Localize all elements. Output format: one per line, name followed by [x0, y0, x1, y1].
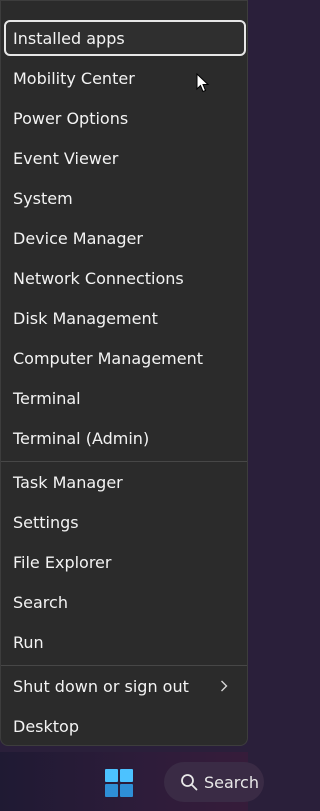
menu-separator — [1, 665, 247, 666]
menu-item-label: Desktop — [13, 716, 79, 736]
menu-item-label: Installed apps — [13, 28, 125, 48]
menu-item-label: Device Manager — [13, 228, 143, 248]
winx-context-menu: Installed apps Mobility Center Power Opt… — [0, 0, 248, 746]
menu-item-label: Terminal — [13, 388, 81, 408]
search-icon — [181, 774, 198, 791]
menu-item-event-viewer[interactable]: Event Viewer — [4, 140, 246, 176]
menu-item-label: Settings — [13, 512, 79, 532]
menu-item-settings[interactable]: Settings — [4, 504, 246, 540]
menu-separator — [1, 461, 247, 462]
taskbar-search[interactable]: Search — [164, 762, 264, 802]
chevron-right-icon — [218, 680, 230, 692]
menu-item-run[interactable]: Run — [4, 624, 246, 660]
menu-item-label: Task Manager — [13, 472, 123, 492]
menu-item-disk-management[interactable]: Disk Management — [4, 300, 246, 336]
menu-item-label: Mobility Center — [13, 68, 135, 88]
menu-item-label: Computer Management — [13, 348, 204, 368]
menu-item-label: Search — [13, 592, 68, 612]
menu-item-label: Network Connections — [13, 268, 184, 288]
menu-item-task-manager[interactable]: Task Manager — [4, 464, 246, 500]
menu-item-search[interactable]: Search — [4, 584, 246, 620]
menu-item-installed-apps[interactable]: Installed apps — [4, 20, 246, 56]
taskbar: Search — [0, 752, 264, 811]
menu-item-computer-management[interactable]: Computer Management — [4, 340, 246, 376]
menu-item-terminal-admin[interactable]: Terminal (Admin) — [4, 420, 246, 456]
mouse-pointer-icon — [196, 72, 210, 93]
taskbar-search-label: Search — [204, 772, 259, 792]
menu-item-shut-down-or-sign-out[interactable]: Shut down or sign out — [4, 668, 246, 704]
menu-item-network-connections[interactable]: Network Connections — [4, 260, 246, 296]
menu-item-label: System — [13, 188, 73, 208]
menu-item-label: Event Viewer — [13, 148, 119, 168]
menu-item-label: Terminal (Admin) — [13, 428, 150, 448]
menu-item-label: Shut down or sign out — [13, 676, 189, 696]
menu-item-terminal[interactable]: Terminal — [4, 380, 246, 416]
menu-item-label: Disk Management — [13, 308, 158, 328]
menu-item-power-options[interactable]: Power Options — [4, 100, 246, 136]
menu-item-device-manager[interactable]: Device Manager — [4, 220, 246, 256]
menu-item-label: File Explorer — [13, 552, 112, 572]
menu-item-desktop[interactable]: Desktop — [4, 708, 246, 744]
windows-logo-icon — [105, 769, 133, 797]
menu-item-system[interactable]: System — [4, 180, 246, 216]
menu-item-label: Run — [13, 632, 44, 652]
menu-item-label: Power Options — [13, 108, 129, 128]
start-button[interactable] — [103, 767, 135, 799]
menu-item-file-explorer[interactable]: File Explorer — [4, 544, 246, 580]
